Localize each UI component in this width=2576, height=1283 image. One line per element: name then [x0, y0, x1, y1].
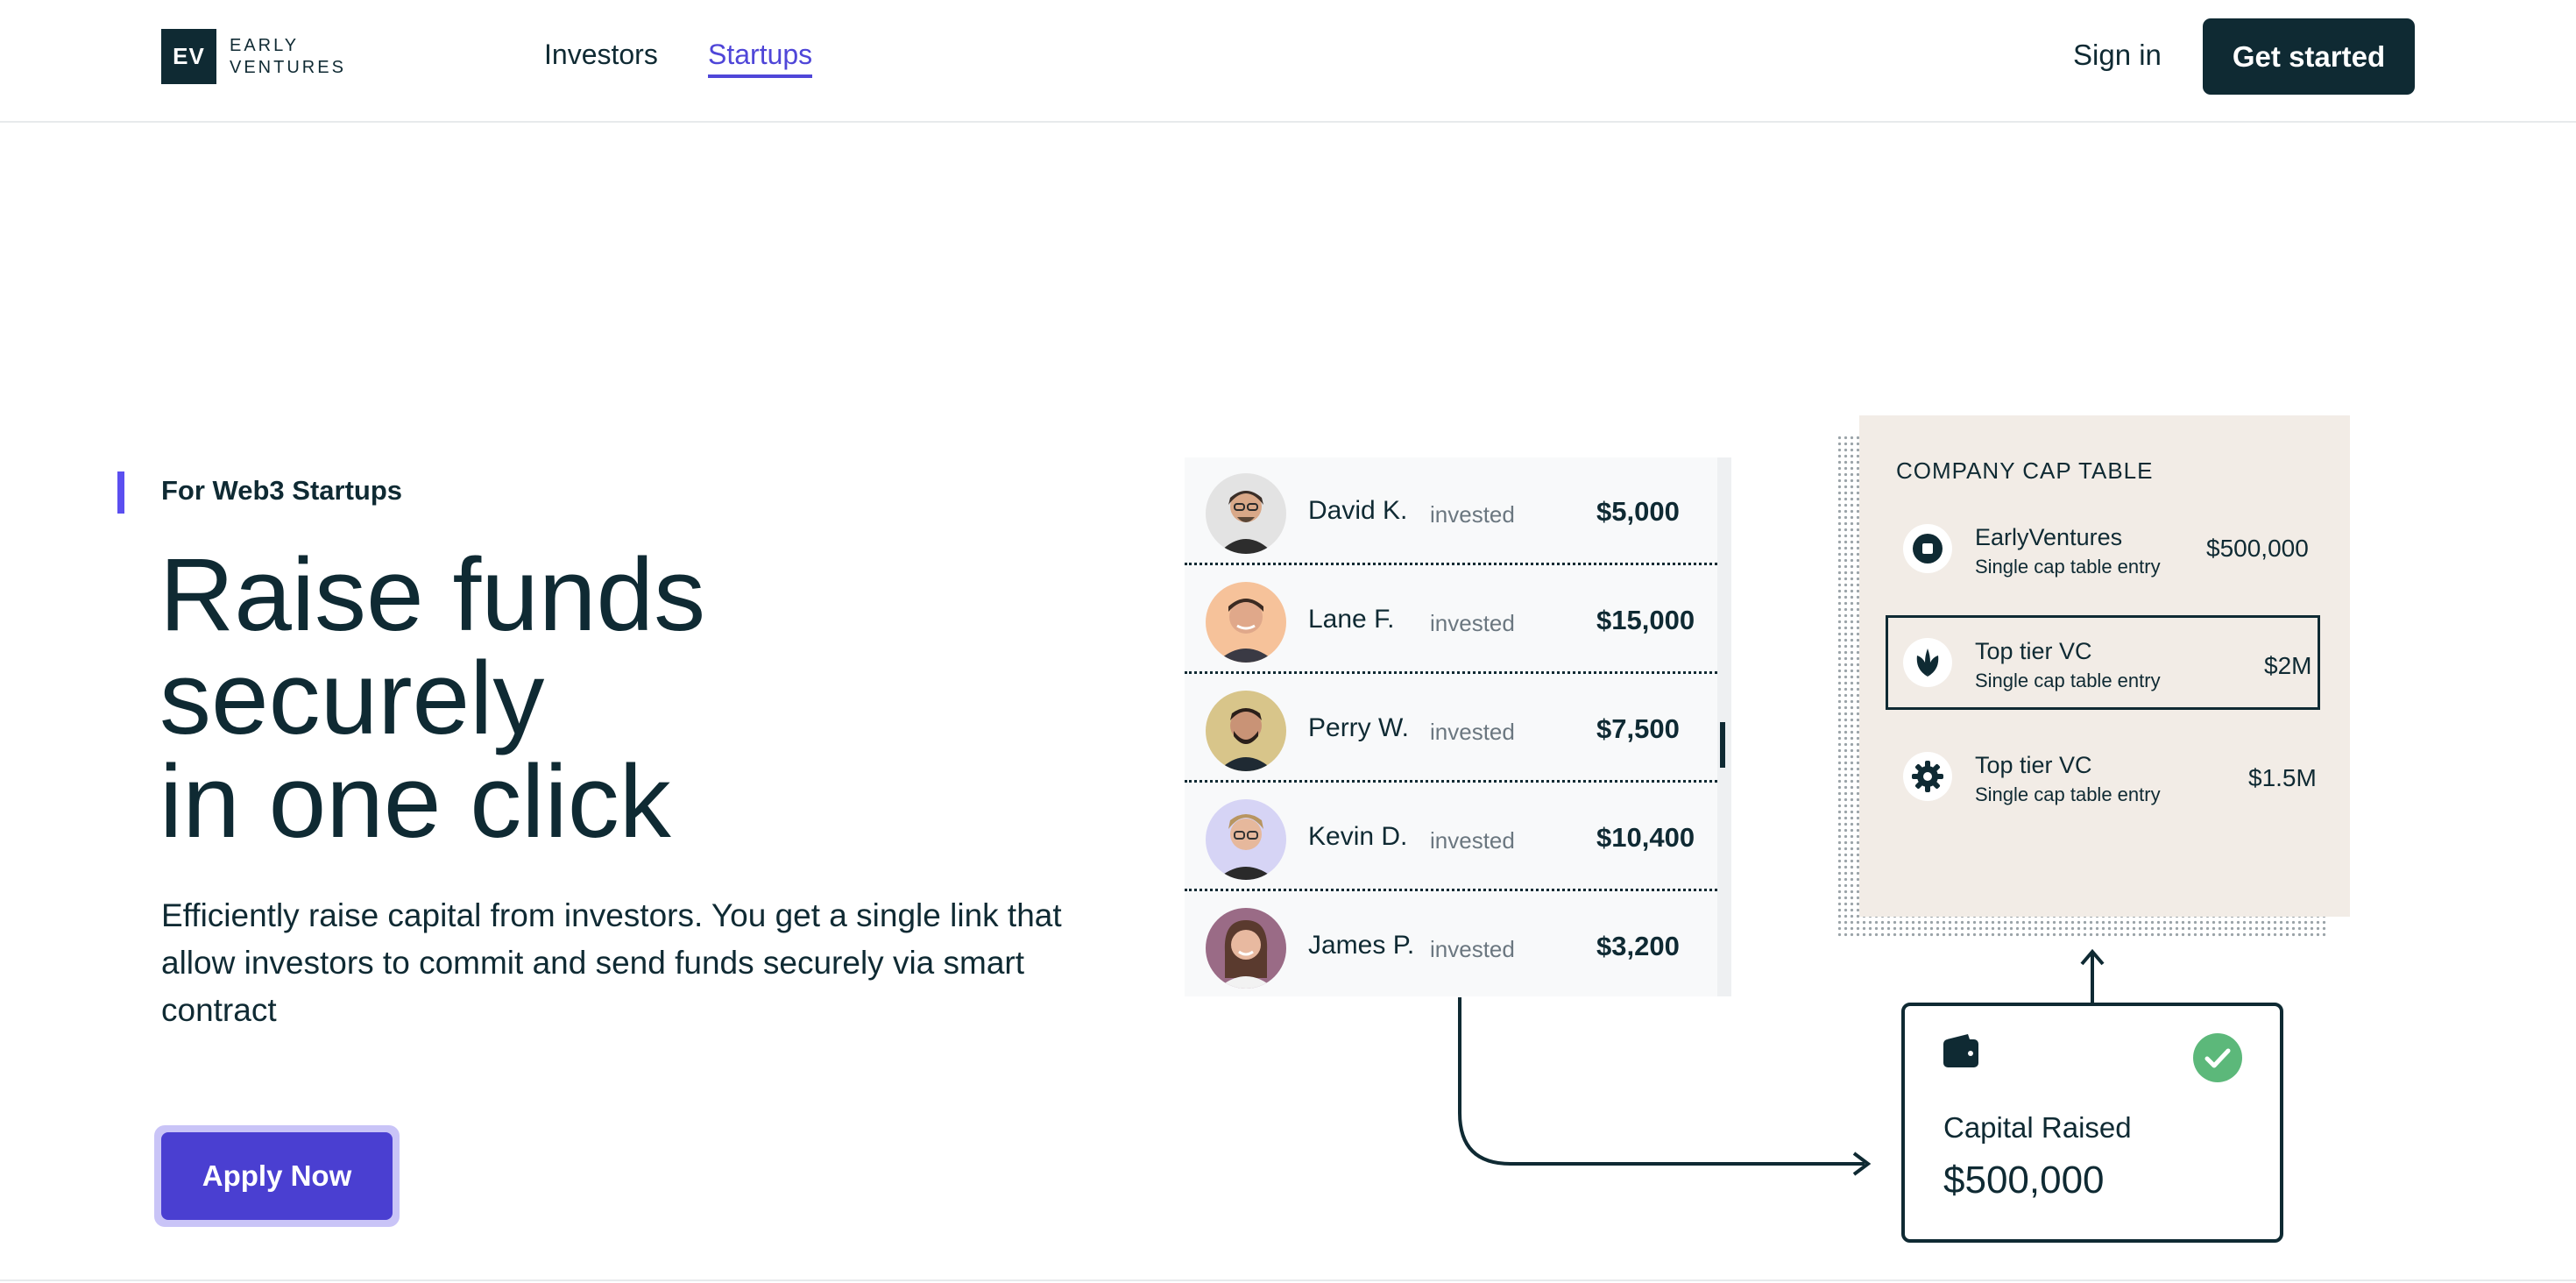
capital-raised-amount: $500,000 — [1943, 1159, 2105, 1201]
section-divider — [0, 1279, 2576, 1281]
checkmark-icon — [2192, 1032, 2243, 1088]
wallet-icon — [1942, 1032, 1980, 1074]
capital-raised-label: Capital Raised — [1943, 1111, 2132, 1144]
